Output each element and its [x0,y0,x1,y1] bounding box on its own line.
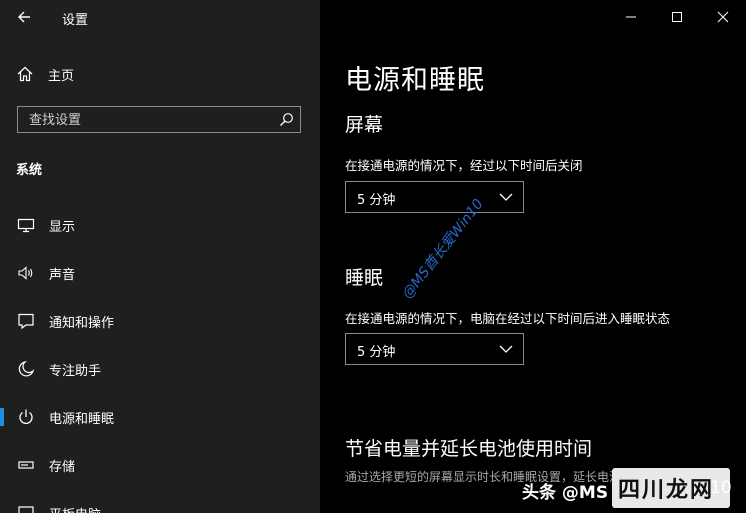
minimize-button[interactable] [608,0,654,34]
chevron-down-icon [499,345,513,353]
sidebar-item-storage[interactable]: 存储 [0,450,320,480]
sidebar-item-tablet[interactable]: 平板电脑 [0,498,320,513]
app-title: 设置 [62,13,89,28]
search-icon[interactable] [279,112,294,127]
search-input[interactable] [27,107,271,133]
sidebar-item-label: 显示 [49,219,76,235]
battery-heading: 节省电量并延长电池使用时间 [345,438,593,460]
maximize-icon [672,12,682,22]
sidebar-item-label: 平板电脑 [49,504,101,513]
screen-description: 在接通电源的情况下，经过以下时间后关闭 [345,158,583,173]
screen-timeout-value: 5 分钟 [357,193,396,208]
sidebar-item-focus-assist[interactable]: 专注助手 [0,354,320,384]
home-icon [16,65,34,83]
sleep-description: 在接通电源的情况下，电脑在经过以下时间后进入睡眠状态 [345,311,671,326]
sidebar: 设置 主页 系统 显示 [0,0,320,513]
source-label: 头条 @MS [522,483,609,503]
sidebar-item-label: 通知和操作 [49,315,115,331]
logo-text: 四川龙网 [618,477,715,503]
sleep-timeout-value: 5 分钟 [357,345,396,360]
search-box[interactable] [17,106,301,133]
sidebar-item-label: 声音 [49,267,76,283]
sidebar-item-power-sleep[interactable]: 电源和睡眠 [0,402,320,432]
sidebar-item-label: 电源和睡眠 [49,411,115,427]
moon-icon [17,360,35,378]
close-button[interactable] [700,0,746,34]
storage-icon [17,456,35,474]
back-arrow-icon [18,11,30,23]
sleep-heading: 睡眠 [345,267,384,289]
maximize-button[interactable] [654,0,700,34]
speaker-icon [17,264,35,282]
power-icon [17,408,35,426]
monitor-icon [17,216,35,234]
section-label-system: 系统 [16,163,43,178]
notification-icon [17,312,35,330]
back-button[interactable] [14,6,36,28]
sidebar-item-label: 存储 [49,459,76,475]
sidebar-item-notifications[interactable]: 通知和操作 [0,306,320,336]
chevron-down-icon [499,193,513,201]
minimize-icon [626,16,636,18]
sidebar-home[interactable]: 主页 [16,62,306,86]
screen-timeout-dropdown[interactable]: 5 分钟 [345,181,524,213]
sidebar-item-sound[interactable]: 声音 [0,258,320,288]
sidebar-item-display[interactable]: 显示 [0,210,320,240]
main-content: 电源和睡眠 屏幕 在接通电源的情况下，经过以下时间后关闭 5 分钟 睡眠 在接通… [320,0,746,513]
logo-suffix: 10 [710,478,732,498]
sidebar-item-label: 专注助手 [49,363,102,379]
titlebar-left: 设置 [0,0,320,34]
screen-heading: 屏幕 [345,114,384,136]
sidebar-home-label: 主页 [48,68,75,84]
page-title: 电源和睡眠 [345,65,485,96]
sleep-timeout-dropdown[interactable]: 5 分钟 [345,333,524,365]
close-icon [717,11,729,23]
window-controls [586,0,746,34]
tablet-icon [17,504,35,513]
